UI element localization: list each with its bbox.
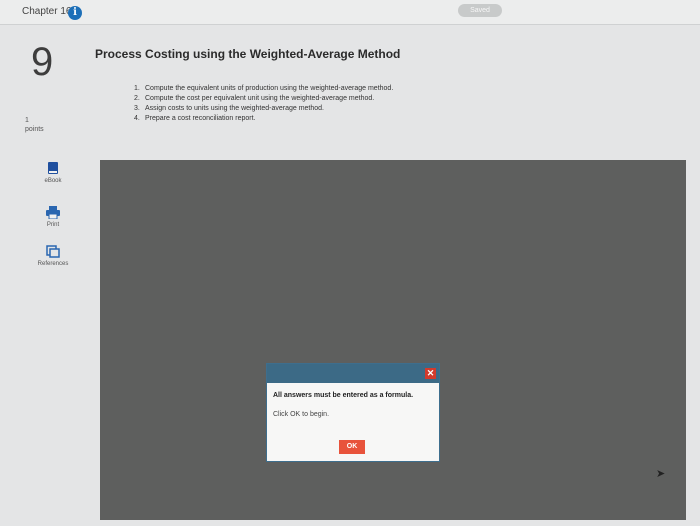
question-number: 9 bbox=[31, 40, 54, 84]
print-icon bbox=[46, 206, 60, 219]
question-title: Process Costing using the Weighted-Avera… bbox=[95, 47, 401, 61]
objective-item: 2. Compute the cost per equivalent unit u… bbox=[134, 95, 375, 102]
dialog-instruction: Click OK to begin. bbox=[273, 411, 330, 418]
print-tool[interactable]: Print bbox=[32, 206, 74, 228]
dialog-message: All answers must be entered as a formula… bbox=[273, 392, 414, 399]
info-icon[interactable]: i bbox=[68, 6, 82, 20]
references-tool[interactable]: References bbox=[32, 245, 74, 267]
dialog-header: ✕ bbox=[267, 364, 439, 383]
mouse-cursor-icon: ➤ bbox=[656, 468, 666, 480]
chapter-label: Chapter 16 bbox=[22, 6, 72, 17]
print-label: Print bbox=[46, 222, 60, 228]
ebook-tool[interactable]: eBook bbox=[32, 162, 74, 184]
objective-item: 1. Compute the equivalent units of produc… bbox=[134, 85, 394, 92]
ebook-label: eBook bbox=[44, 178, 62, 184]
saved-badge: Saved bbox=[458, 4, 502, 17]
close-icon[interactable]: ✕ bbox=[425, 368, 436, 379]
objective-item: 4. Prepare a cost reconciliation report. bbox=[134, 115, 256, 122]
points-value: 1 bbox=[25, 117, 29, 124]
ebook-icon bbox=[48, 162, 58, 174]
worksheet-overlay bbox=[100, 160, 686, 520]
references-icon bbox=[46, 245, 60, 258]
references-label: References bbox=[37, 261, 69, 267]
dialog-body: All answers must be entered as a formula… bbox=[267, 383, 439, 418]
ok-button[interactable]: OK bbox=[339, 440, 365, 454]
objective-item: 3. Assign costs to units using the weight… bbox=[134, 105, 324, 112]
learning-objectives: 1. Compute the equivalent units of produc… bbox=[134, 84, 393, 124]
top-bar: Chapter 16 i Saved bbox=[0, 0, 700, 25]
points-label: points bbox=[25, 126, 44, 133]
alert-dialog: ✕ All answers must be entered as a formu… bbox=[266, 363, 440, 462]
